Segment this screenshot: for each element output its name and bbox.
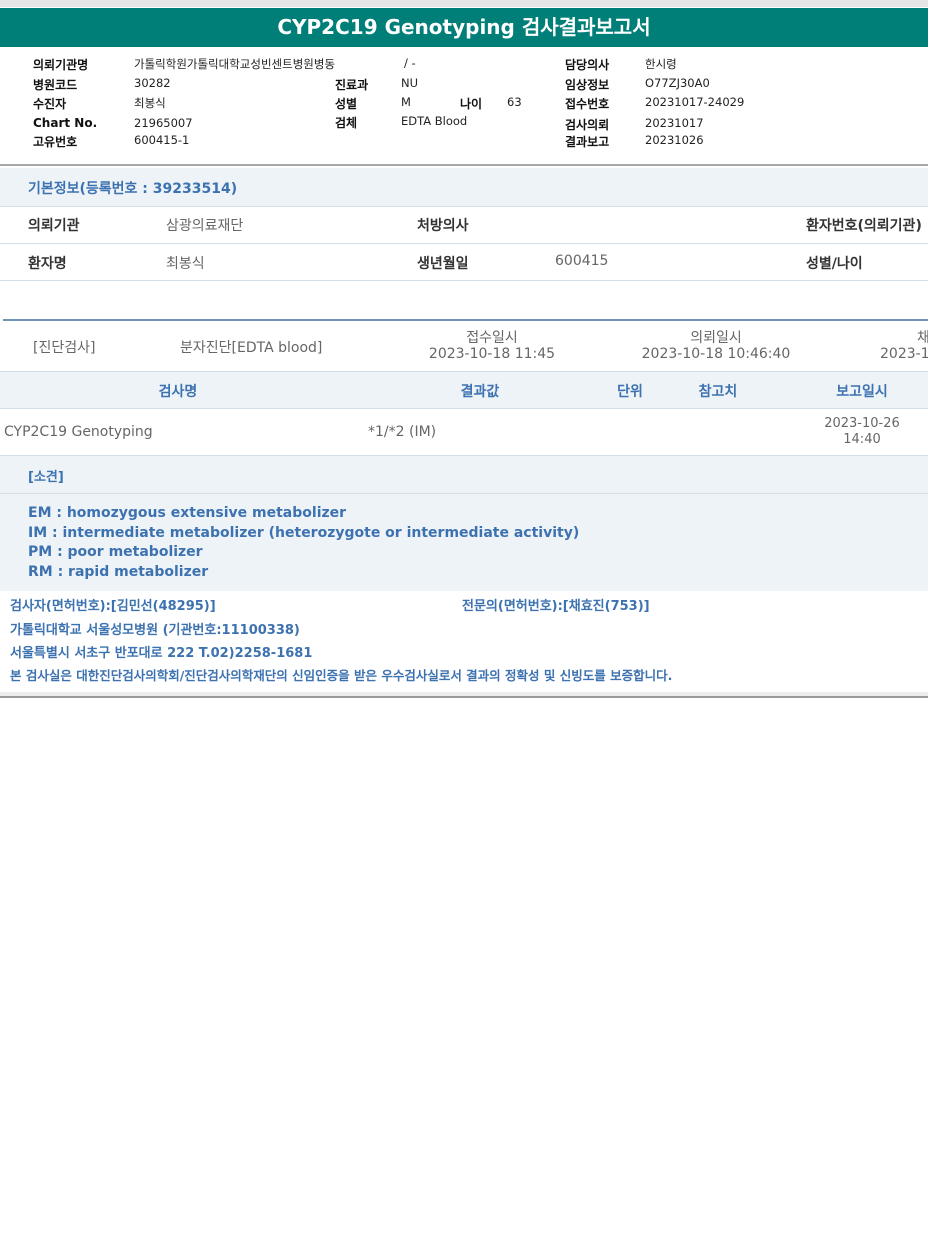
th-reference: 참고치: [698, 384, 738, 400]
th-test-name: 검사명: [158, 384, 198, 400]
ref-inst-value: 삼광의료재단: [166, 218, 244, 234]
patient-value: 최봉식: [134, 96, 166, 110]
dob-value: 600415: [555, 253, 609, 269]
received-value: 2023-10-18 11:45: [428, 346, 556, 362]
received-label: 접수일시: [466, 330, 518, 346]
remark-line: EM : homozygous extensive metabolizer: [28, 505, 347, 521]
divider: [0, 493, 928, 494]
divider: [0, 243, 928, 244]
sexage-label: 성별/나이: [806, 256, 863, 272]
report-label: 결과보고: [565, 135, 610, 149]
exam-type: 분자진단[EDTA blood]: [180, 340, 323, 356]
doctor-label: 담당의사: [565, 58, 610, 72]
requested-label: 의뢰일시: [690, 330, 742, 346]
certification: 본 검사실은 대한진단검사의학회/진단검사의학재단의 신임인증을 받은 우수검사…: [10, 668, 673, 683]
collected-value: 2023-1: [880, 346, 928, 362]
remark-line: PM : poor metabolizer: [28, 544, 203, 560]
collected-label: 채: [917, 330, 928, 346]
institution-label: 의뢰기관명: [33, 58, 89, 72]
result-value: *1/*2 (IM): [368, 424, 437, 440]
prescriber-label: 처방의사: [417, 218, 469, 234]
institution-value: 가톨릭학원가톨릭대학교성빈센트병원병동: [134, 57, 336, 71]
name-value: 최봉식: [166, 256, 205, 272]
test-name: CYP2C19 Genotyping: [4, 424, 153, 440]
clinical-value: O77ZJ30A0: [645, 76, 710, 90]
specimen-value: EDTA Blood: [401, 114, 468, 128]
hospital-info: 가톨릭대학교 서울성모병원 (기관번호:11100338): [10, 623, 300, 638]
patient-no-label: 환자번호(의뢰기관): [806, 218, 922, 234]
report-time: 14:40: [843, 432, 881, 447]
ref-inst-label: 의뢰기관: [28, 218, 80, 234]
sex-label: 성별: [335, 97, 358, 111]
address: 서울특별시 서초구 반포대로 222 T.02)2258-1681: [10, 646, 313, 661]
report-title: CYP2C19 Genotyping 검사결과보고서: [0, 8, 928, 47]
dept-value: NU: [401, 76, 419, 90]
unique-label: 고유번호: [33, 135, 78, 149]
divider: [0, 206, 928, 207]
hospital-code-value: 30282: [134, 76, 171, 90]
remark-line: IM : intermediate metabolizer (heterozyg…: [28, 525, 580, 541]
request-value: 20231017: [645, 116, 704, 130]
patient-label: 수진자: [33, 97, 67, 111]
dept-label: 진료과: [335, 78, 369, 92]
th-unit: 단위: [617, 384, 643, 400]
specimen-label: 검체: [335, 116, 358, 130]
report-date: 2023-10-26: [824, 416, 900, 431]
requested-value: 2023-10-18 10:46:40: [641, 346, 791, 362]
name-label: 환자명: [28, 256, 67, 272]
basic-info-title: 기본정보(등록번호 : 39233514): [28, 181, 238, 197]
divider: [0, 280, 928, 281]
exam-category: [진단검사]: [33, 340, 96, 356]
tester: 검사자(면허번호):[김민선(48295)]: [10, 599, 216, 614]
th-result: 결과값: [460, 384, 500, 400]
remark-line: RM : rapid metabolizer: [28, 564, 209, 580]
doctor-value: 한시령: [645, 57, 677, 71]
th-report-date: 보고일시: [836, 384, 888, 400]
divider: [3, 319, 928, 321]
unique-value: 600415-1: [134, 133, 190, 147]
top-strip: [0, 0, 928, 7]
receipt-label: 접수번호: [565, 97, 610, 111]
age-label: 나이: [460, 97, 483, 111]
clinical-label: 임상정보: [565, 78, 610, 92]
age-value: 63: [507, 95, 522, 109]
hospital-code-label: 병원코드: [33, 78, 78, 92]
dob-label: 생년월일: [417, 256, 469, 272]
report-value: 20231026: [645, 133, 704, 147]
specialist: 전문의(면허번호):[채효진(753)]: [462, 599, 650, 614]
chart-label: Chart No.: [33, 116, 98, 130]
request-label: 검사의뢰: [565, 118, 610, 132]
bottom-strip: [0, 692, 928, 698]
divider: [0, 164, 928, 166]
receipt-value: 20231017-24029: [645, 95, 745, 109]
chart-value: 21965007: [134, 116, 193, 130]
remarks-title: [소견]: [28, 470, 64, 485]
sex-value: M: [401, 95, 411, 109]
ward-value: / -: [404, 56, 416, 70]
